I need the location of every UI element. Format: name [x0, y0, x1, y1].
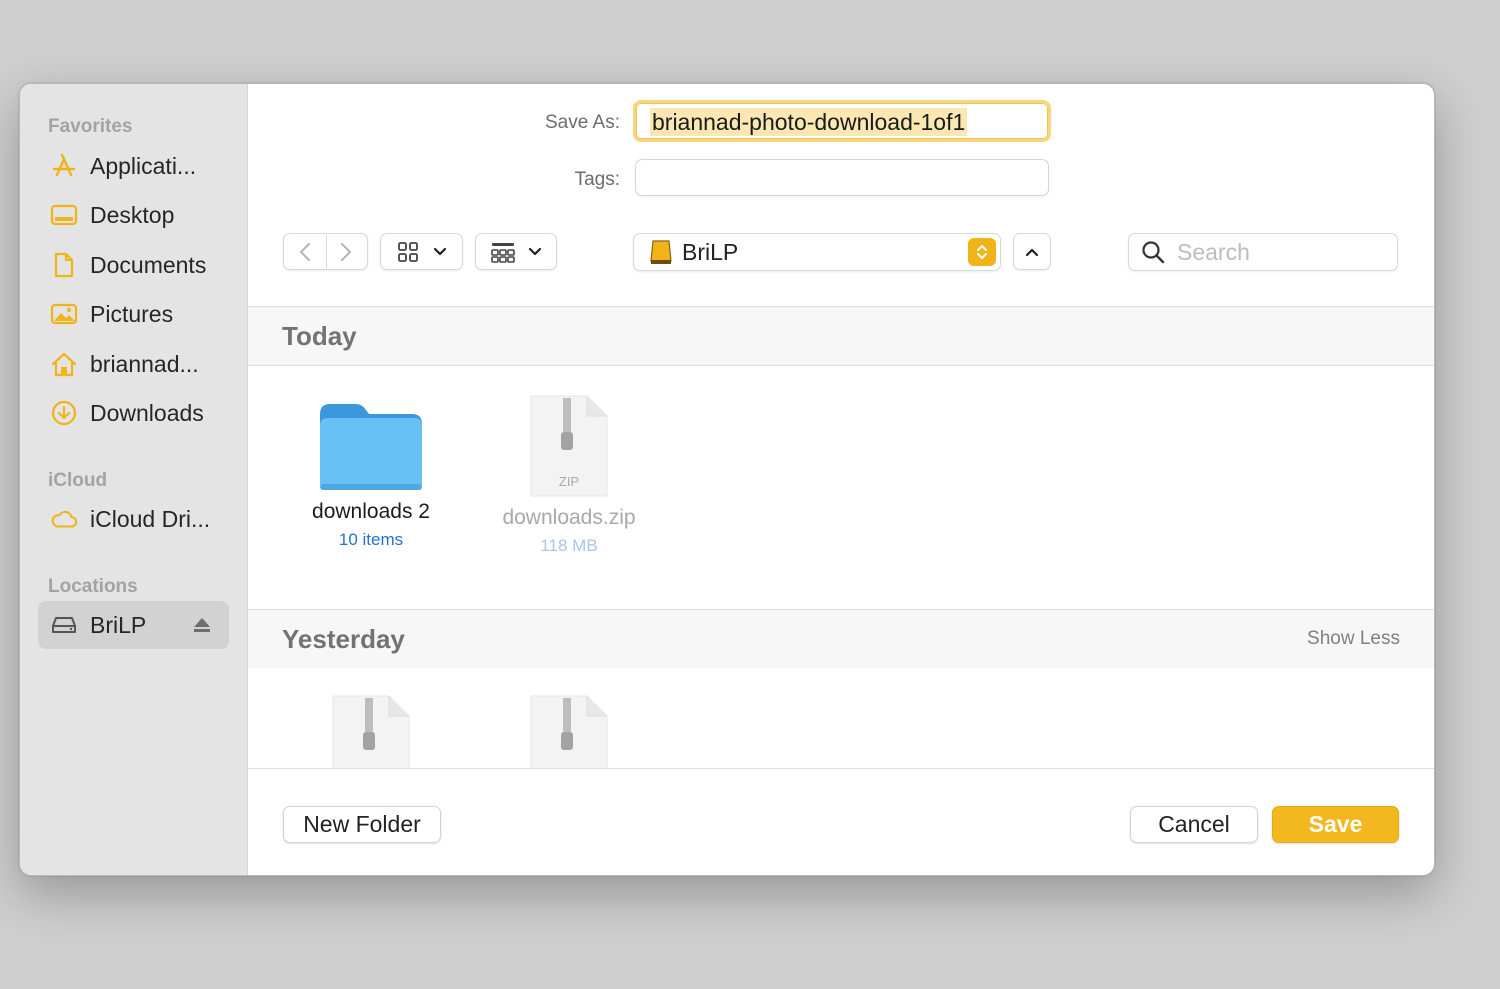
sidebar-section-locations: Locations — [48, 576, 138, 597]
group-icon — [491, 242, 515, 263]
grid-view-icon — [397, 241, 418, 262]
file-meta: 118 MB — [540, 536, 598, 555]
sidebar-item-label: Downloads — [90, 399, 204, 426]
collapse-button[interactable] — [1013, 233, 1051, 270]
chevron-left-icon — [299, 242, 310, 261]
icloud-icon — [50, 505, 78, 533]
file-item-zip[interactable] — [484, 694, 654, 768]
sidebar-item-label: Pictures — [90, 300, 174, 327]
save-as-label: Save As: — [545, 112, 620, 133]
tags-label: Tags: — [574, 169, 620, 190]
documents-icon — [50, 251, 78, 279]
group-title: Today — [282, 321, 357, 351]
drive-icon — [50, 611, 78, 639]
sidebar-item-label: Desktop — [90, 201, 175, 228]
view-mode-button[interactable] — [380, 233, 463, 270]
file-item-zip[interactable]: ZIP downloads.zip 118 MB — [484, 394, 654, 556]
zip-file-icon — [332, 695, 410, 768]
sidebar-item-brilp[interactable]: BriLP — [38, 601, 229, 649]
sidebar-item-label: Documents — [90, 251, 207, 278]
main-panel: Save As: briannad-photo-download-1of1 Ta… — [248, 84, 1434, 875]
file-item-folder[interactable]: downloads 2 10 items — [286, 396, 456, 550]
group-title: Yesterday — [282, 624, 405, 654]
zip-label: ZIP — [559, 474, 579, 489]
stepper-icon — [968, 238, 996, 266]
save-as-input[interactable]: briannad-photo-download-1of1 — [633, 100, 1051, 142]
search-icon — [1142, 241, 1165, 264]
sidebar: Favorites Applicati... Desktop Documents… — [20, 84, 248, 875]
location-popup[interactable]: BriLP — [633, 233, 1001, 271]
sidebar-item-applications[interactable]: Applicati... — [38, 142, 229, 190]
file-name: downloads.zip — [502, 506, 636, 529]
eject-icon[interactable] — [191, 614, 213, 636]
sidebar-item-home[interactable]: briannad... — [38, 340, 229, 388]
sidebar-item-label: briannad... — [90, 350, 199, 377]
file-meta: 10 items — [338, 530, 404, 549]
tags-input[interactable] — [635, 159, 1049, 196]
sidebar-item-desktop[interactable]: Desktop — [38, 191, 229, 239]
sidebar-item-label: BriLP — [90, 611, 147, 638]
file-name: downloads 2 — [312, 500, 430, 523]
search-placeholder: Search — [1177, 238, 1250, 265]
sidebar-item-downloads[interactable]: Downloads — [38, 389, 229, 437]
zip-file-icon: ZIP — [530, 395, 608, 497]
chevron-down-icon — [433, 247, 446, 255]
save-button[interactable]: Save — [1272, 806, 1399, 843]
downloads-icon — [50, 399, 78, 427]
location-label: BriLP — [682, 238, 739, 265]
group-header-today: Today — [248, 307, 1434, 365]
forward-button[interactable] — [326, 242, 368, 262]
drive-icon — [648, 238, 674, 266]
sidebar-item-label: iCloud Dri... — [90, 505, 211, 532]
zip-file-icon — [530, 695, 608, 768]
sidebar-item-documents[interactable]: Documents — [38, 241, 229, 289]
sidebar-item-pictures[interactable]: Pictures — [38, 290, 229, 338]
applications-icon — [50, 152, 78, 180]
group-header-yesterday: Yesterday Show Less — [248, 610, 1434, 668]
folder-icon — [320, 404, 422, 490]
back-button[interactable] — [284, 242, 326, 262]
chevron-down-icon — [528, 247, 542, 255]
cancel-button[interactable]: Cancel — [1130, 806, 1258, 843]
file-item-zip[interactable] — [286, 694, 456, 768]
back-forward-control — [283, 233, 368, 270]
new-folder-button[interactable]: New Folder — [283, 806, 441, 843]
desktop-icon — [50, 201, 78, 229]
sidebar-item-icloud-drive[interactable]: iCloud Dri... — [38, 495, 229, 543]
sidebar-section-icloud: iCloud — [48, 470, 108, 491]
home-icon — [50, 350, 78, 378]
save-dialog: Favorites Applicati... Desktop Documents… — [19, 83, 1435, 876]
save-as-value: briannad-photo-download-1of1 — [650, 108, 968, 136]
show-less-button[interactable]: Show Less — [1307, 628, 1400, 650]
chevron-right-icon — [341, 242, 352, 261]
sidebar-item-label: Applicati... — [90, 152, 197, 179]
group-by-button[interactable] — [475, 233, 557, 270]
chevron-up-icon — [1025, 248, 1039, 256]
search-input[interactable]: Search — [1128, 233, 1398, 271]
sidebar-section-favorites: Favorites — [48, 116, 133, 137]
pictures-icon — [50, 300, 78, 328]
